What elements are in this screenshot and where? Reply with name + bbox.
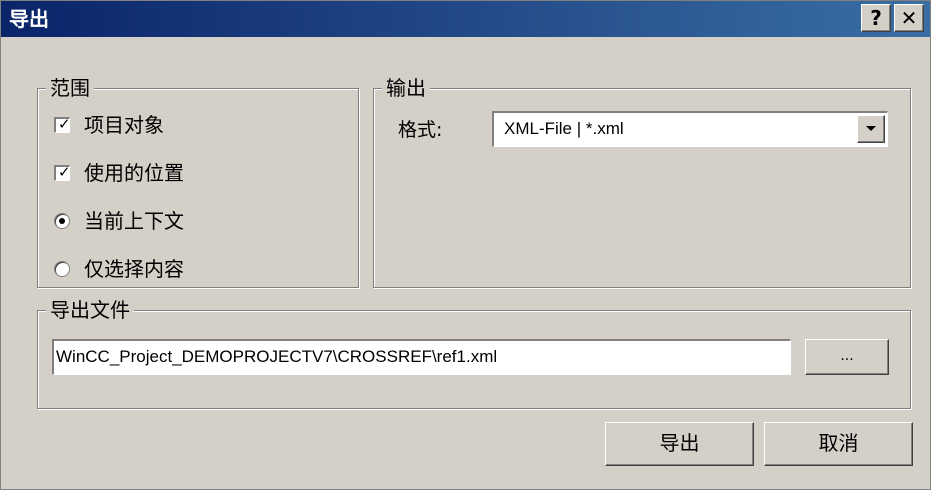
dialog-title: 导出 [9, 7, 49, 31]
option-selection-only[interactable]: 仅选择内容 [54, 255, 184, 283]
export-dialog: 导出 ? ✕ 范围 ✓ 项目对象 ✓ 使用的位置 当前上下文 仅选择内容 输出 … [0, 0, 931, 490]
output-group-label: 输出 [382, 75, 430, 101]
browse-button[interactable]: ... [805, 339, 889, 375]
used-locations-checkbox[interactable]: ✓ [54, 163, 71, 181]
project-objects-label: 项目对象 [84, 113, 164, 137]
export-file-group: 导出文件 WinCC_Project_DEMOPROJECTV7\CROSSRE… [37, 297, 911, 409]
export-file-path-value: WinCC_Project_DEMOPROJECTV7\CROSSREF\ref… [56, 347, 498, 366]
title-bar[interactable]: 导出 ? ✕ [1, 1, 930, 37]
format-select-value: XML-File | *.xml [504, 119, 624, 138]
range-group: 范围 ✓ 项目对象 ✓ 使用的位置 当前上下文 仅选择内容 [37, 75, 359, 288]
option-project-objects[interactable]: ✓ 项目对象 [54, 111, 164, 139]
current-context-label: 当前上下文 [84, 209, 184, 233]
close-button[interactable]: ✕ [894, 4, 924, 32]
format-select[interactable]: XML-File | *.xml [492, 111, 888, 147]
radio-selected-dot [59, 218, 65, 224]
export-file-path-input[interactable]: WinCC_Project_DEMOPROJECTV7\CROSSREF\ref… [52, 339, 791, 375]
option-used-locations[interactable]: ✓ 使用的位置 [54, 159, 184, 187]
option-current-context[interactable]: 当前上下文 [54, 207, 184, 235]
output-group: 输出 格式: XML-File | *.xml [373, 75, 911, 288]
current-context-radio[interactable] [54, 213, 70, 229]
format-dropdown-button[interactable] [857, 115, 885, 143]
format-label: 格式: [398, 119, 443, 141]
cancel-button[interactable]: 取消 [764, 422, 913, 466]
checkmark-icon: ✓ [58, 115, 71, 133]
help-button[interactable]: ? [861, 4, 891, 32]
export-button[interactable]: 导出 [605, 422, 754, 466]
range-group-label: 范围 [46, 75, 94, 101]
selection-only-label: 仅选择内容 [84, 257, 184, 281]
project-objects-checkbox[interactable]: ✓ [54, 115, 71, 133]
export-file-group-label: 导出文件 [46, 297, 134, 323]
chevron-down-icon [866, 126, 876, 131]
selection-only-radio[interactable] [54, 261, 70, 277]
checkmark-icon: ✓ [58, 163, 71, 181]
used-locations-label: 使用的位置 [84, 161, 184, 185]
